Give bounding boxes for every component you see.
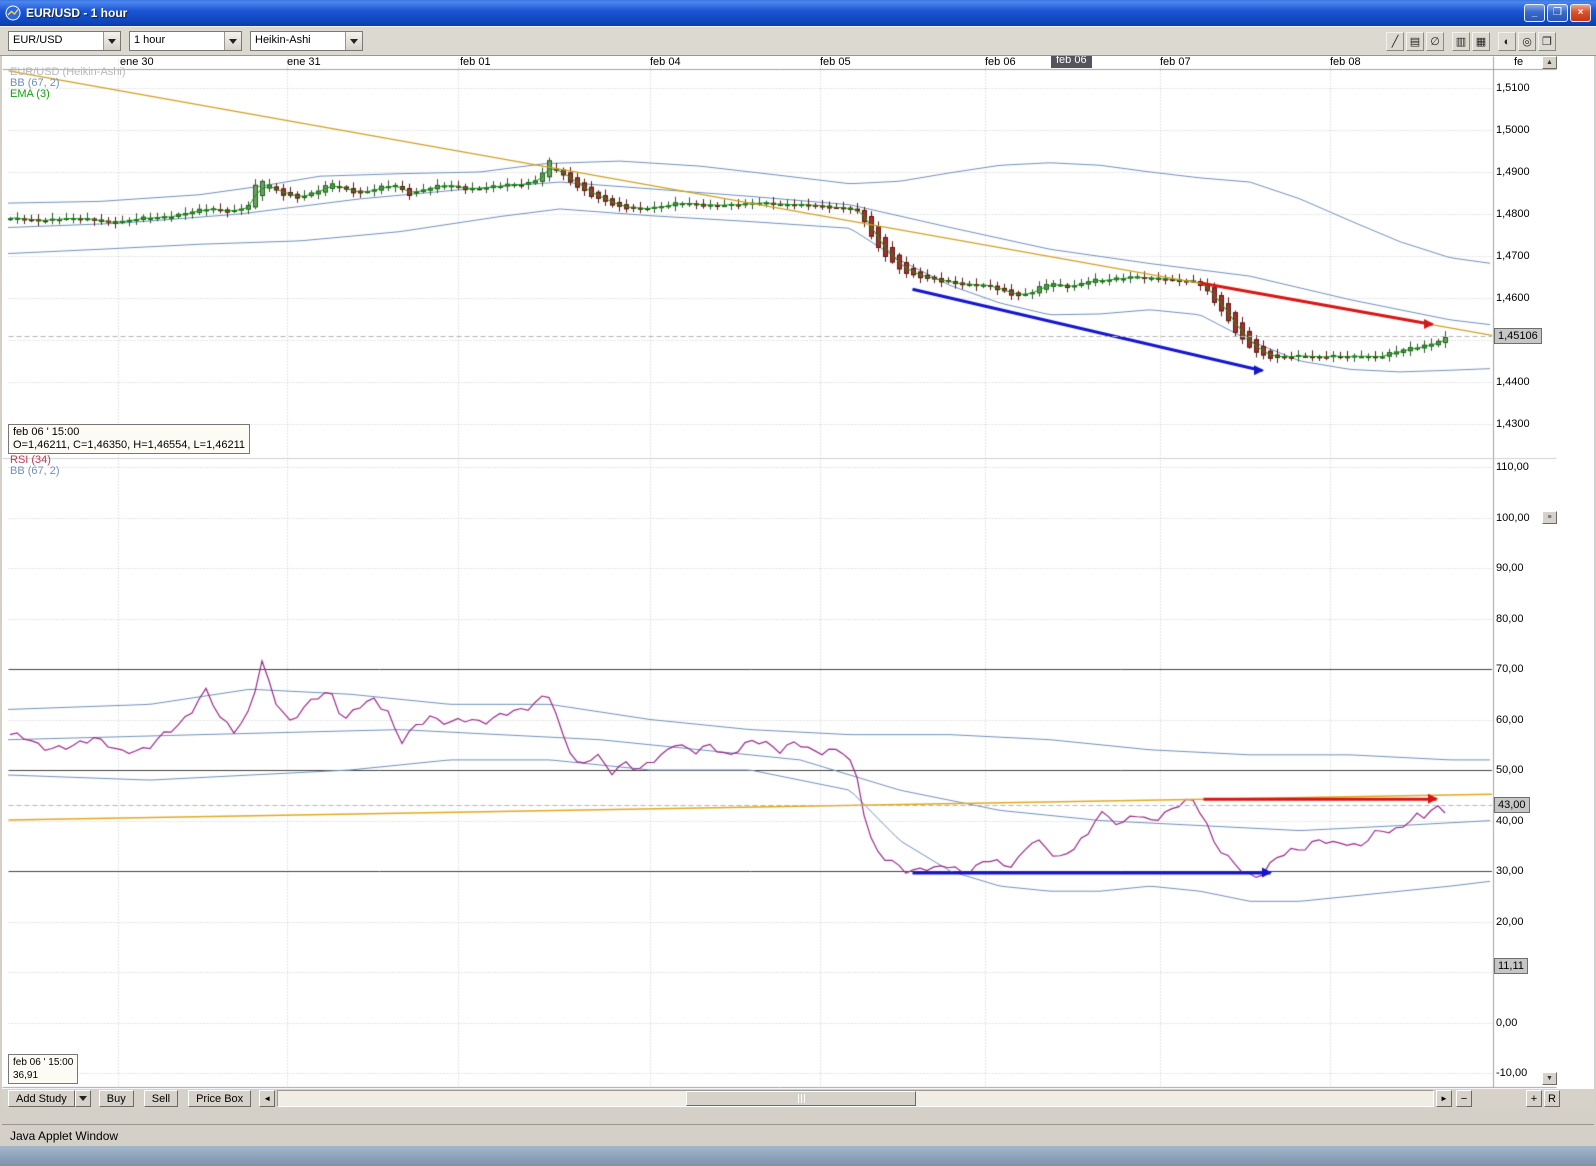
- minimize-button[interactable]: _: [1524, 4, 1545, 22]
- reset-button[interactable]: R: [1544, 1090, 1560, 1107]
- clock-tool[interactable]: ◐: [1498, 32, 1516, 51]
- rsi-tick-label: 100,00: [1496, 512, 1530, 524]
- horizontal-scrollbar-track[interactable]: [277, 1090, 1434, 1107]
- scroll-right-button[interactable]: ►: [1436, 1090, 1452, 1107]
- toolbar-icon-group: ╱▤∅ ▥▦ ◐◎❐: [1386, 32, 1556, 51]
- candle-tooltip-ohlc: O=1,46211, C=1,46350, H=1,46554, L=1,462…: [13, 439, 245, 452]
- rsi-tick-label: 30,00: [1496, 865, 1524, 877]
- buy-button[interactable]: Buy: [99, 1090, 134, 1107]
- add-study-label[interactable]: Add Study: [8, 1090, 75, 1107]
- date-label: feb 05: [820, 56, 851, 68]
- chart-background: [2, 56, 1594, 1089]
- scroll-down-button[interactable]: ▼: [1542, 1072, 1557, 1085]
- main-toolbar: EUR/USD 1 hour Heikin-Ashi ╱▤∅ ▥▦ ◐◎❐: [0, 26, 1596, 56]
- rsi-tick-label: 80,00: [1496, 613, 1524, 625]
- window-controls: _ ❐ ×: [1522, 4, 1591, 22]
- price-tick-label: 1,4300: [1496, 418, 1530, 430]
- symbol-combobox-arrow-icon[interactable]: [103, 32, 120, 50]
- grid-view-tool[interactable]: ▦: [1472, 32, 1490, 51]
- app-window: EUR/USD - 1 hour _ ❐ × EUR/USD 1 hour He…: [0, 0, 1596, 1166]
- current-price-box: 1,45106: [1494, 328, 1542, 344]
- title-bar[interactable]: EUR/USD - 1 hour _ ❐ ×: [0, 0, 1596, 26]
- column-view-tool[interactable]: ▥: [1452, 32, 1470, 51]
- rsi-tick-label: 90,00: [1496, 562, 1524, 574]
- scroll-up-button[interactable]: ▲: [1542, 56, 1557, 69]
- status-bar: Java Applet Window: [2, 1124, 1594, 1146]
- rsi-tick-label: 50,00: [1496, 764, 1524, 776]
- main-chart-legend: EUR/USD (Heikin-Ashi)BB (67, 2)EMA (3): [10, 67, 126, 100]
- date-label: ene 31: [287, 56, 321, 68]
- horizontal-scrollbar-thumb[interactable]: [686, 1091, 916, 1106]
- cascade-windows-tool[interactable]: ❐: [1538, 32, 1556, 51]
- rsi-tick-label: 110,00: [1496, 461, 1529, 473]
- line-draw-tool[interactable]: ╱: [1386, 32, 1404, 51]
- candle-tooltip: feb 06 ' 15:00 O=1,46211, C=1,46350, H=1…: [8, 424, 250, 454]
- add-study-button[interactable]: Add Study: [8, 1090, 91, 1107]
- ellipse-draw-tool[interactable]: ∅: [1426, 32, 1444, 51]
- symbol-combobox[interactable]: EUR/USD: [8, 31, 121, 51]
- rsi-tick-label: 40,00: [1496, 815, 1524, 827]
- interval-combobox[interactable]: 1 hour: [129, 31, 242, 51]
- toolbar-separator: [1492, 32, 1496, 51]
- app-icon: [5, 5, 21, 21]
- price-tick-label: 1,4900: [1496, 166, 1530, 178]
- restore-button[interactable]: ❐: [1547, 4, 1568, 22]
- status-text: Java Applet Window: [10, 1129, 118, 1143]
- style-combobox-value: Heikin-Ashi: [251, 32, 345, 50]
- rsi-chart-legend: RSI (34)BB (67, 2): [10, 455, 60, 477]
- style-combobox[interactable]: Heikin-Ashi: [250, 31, 363, 51]
- scroll-left-button[interactable]: ◄: [259, 1090, 275, 1107]
- interval-combobox-arrow-icon[interactable]: [224, 32, 241, 50]
- date-label: feb 04: [650, 56, 681, 68]
- current-rsi-box: 43,00: [1494, 797, 1530, 813]
- price-tick-label: 1,4700: [1496, 250, 1530, 262]
- price-tick-label: 1,4800: [1496, 208, 1530, 220]
- price-tick-label: 1,4600: [1496, 292, 1530, 304]
- date-label: feb 06: [985, 56, 1016, 68]
- zoom-out-button[interactable]: −: [1456, 1090, 1472, 1107]
- date-label: fe: [1514, 56, 1523, 68]
- zoom-in-button[interactable]: +: [1526, 1090, 1542, 1107]
- price-tick-label: 1,5100: [1496, 82, 1530, 94]
- date-label: feb 08: [1330, 56, 1361, 68]
- pane-splitter-handle[interactable]: ≡: [1542, 511, 1557, 524]
- interval-combobox-value: 1 hour: [130, 32, 224, 50]
- bottom-toolbar: Add Study Buy Sell Price Box ◄ ► − + R: [2, 1089, 1594, 1108]
- legend-rsi-bb: BB (67, 2): [10, 466, 60, 477]
- rsi-tick-label: 0,00: [1496, 1017, 1517, 1029]
- rsi-tooltip-time: feb 06 ' 15:00: [13, 1056, 73, 1069]
- rsi-tick-label: -10,00: [1496, 1067, 1527, 1079]
- date-label: feb 07: [1160, 56, 1191, 68]
- rsi-tick-label: 20,00: [1496, 916, 1524, 928]
- price-tick-label: 1,5000: [1496, 124, 1530, 136]
- style-combobox-arrow-icon[interactable]: [345, 32, 362, 50]
- price-box-button[interactable]: Price Box: [188, 1090, 251, 1107]
- rsi-tick-label: 70,00: [1496, 663, 1524, 675]
- target-tool[interactable]: ◎: [1518, 32, 1536, 51]
- sell-button[interactable]: Sell: [144, 1090, 178, 1107]
- date-label: feb 01: [460, 56, 491, 68]
- legend-ema: EMA (3): [10, 89, 126, 100]
- hline-draw-tool[interactable]: ▤: [1406, 32, 1424, 51]
- rsi-tick-label: 60,00: [1496, 714, 1524, 726]
- rsi-tooltip-value: 36,91: [13, 1069, 73, 1082]
- window-title: EUR/USD - 1 hour: [26, 6, 127, 20]
- add-study-dropdown-arrow-icon[interactable]: [75, 1090, 91, 1107]
- close-button[interactable]: ×: [1570, 4, 1591, 22]
- toolbar-separator: [1446, 32, 1450, 51]
- price-tick-label: 1,4400: [1496, 376, 1530, 388]
- candle-tooltip-time: feb 06 ' 15:00: [13, 426, 245, 439]
- rsi-tooltip: feb 06 ' 15:00 36,91: [8, 1054, 78, 1084]
- window-bottom-edge: [0, 1146, 1596, 1166]
- rsi-band-value-box: 11,11: [1494, 958, 1528, 974]
- symbol-combobox-value: EUR/USD: [9, 32, 103, 50]
